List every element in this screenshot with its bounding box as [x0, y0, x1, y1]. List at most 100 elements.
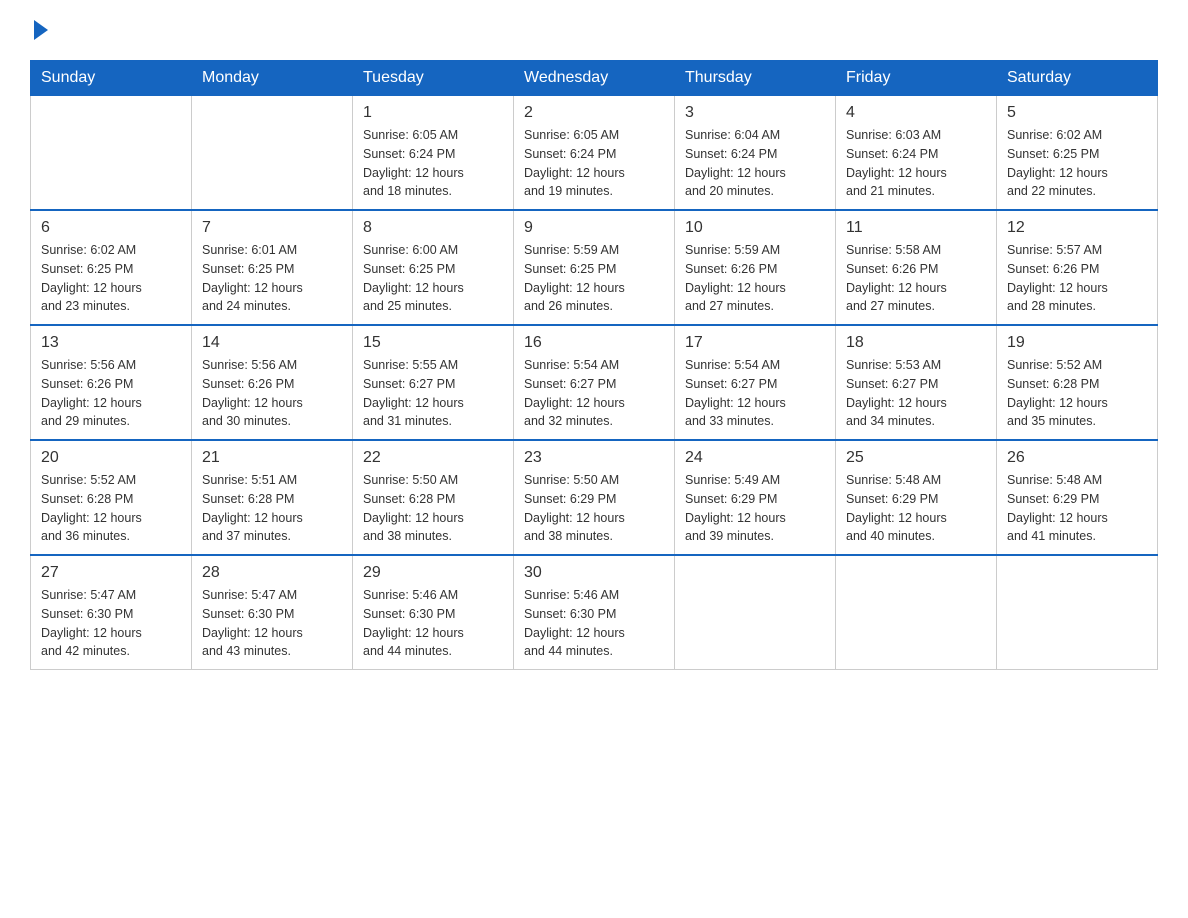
calendar-week-row: 20 Sunrise: 5:52 AM Sunset: 6:28 PM Dayli…: [31, 440, 1158, 555]
day-number: 8: [363, 219, 503, 237]
day-info: Sunrise: 5:54 AM Sunset: 6:27 PM Dayligh…: [685, 356, 825, 431]
day-info: Sunrise: 6:05 AM Sunset: 6:24 PM Dayligh…: [363, 126, 503, 201]
day-info: Sunrise: 5:51 AM Sunset: 6:28 PM Dayligh…: [202, 471, 342, 546]
calendar-cell: 10 Sunrise: 5:59 AM Sunset: 6:26 PM Dayli…: [675, 210, 836, 325]
day-number: 12: [1007, 219, 1147, 237]
day-number: 7: [202, 219, 342, 237]
calendar-cell: 22 Sunrise: 5:50 AM Sunset: 6:28 PM Dayli…: [353, 440, 514, 555]
day-number: 20: [41, 449, 181, 467]
day-info: Sunrise: 5:53 AM Sunset: 6:27 PM Dayligh…: [846, 356, 986, 431]
day-number: 4: [846, 104, 986, 122]
calendar-cell: 23 Sunrise: 5:50 AM Sunset: 6:29 PM Dayli…: [514, 440, 675, 555]
logo-flag-icon: [34, 20, 48, 40]
day-info: Sunrise: 5:56 AM Sunset: 6:26 PM Dayligh…: [202, 356, 342, 431]
calendar-week-row: 6 Sunrise: 6:02 AM Sunset: 6:25 PM Daylig…: [31, 210, 1158, 325]
calendar-cell: 16 Sunrise: 5:54 AM Sunset: 6:27 PM Dayli…: [514, 325, 675, 440]
day-info: Sunrise: 6:05 AM Sunset: 6:24 PM Dayligh…: [524, 126, 664, 201]
day-info: Sunrise: 6:02 AM Sunset: 6:25 PM Dayligh…: [1007, 126, 1147, 201]
day-number: 5: [1007, 104, 1147, 122]
day-number: 10: [685, 219, 825, 237]
weekday-header-wednesday: Wednesday: [514, 61, 675, 96]
calendar-cell: 17 Sunrise: 5:54 AM Sunset: 6:27 PM Dayli…: [675, 325, 836, 440]
calendar-cell: 2 Sunrise: 6:05 AM Sunset: 6:24 PM Daylig…: [514, 96, 675, 211]
day-number: 14: [202, 334, 342, 352]
calendar-cell: 3Sunrise: 6:04 AM Sunset: 6:24 PM Daylig…: [675, 96, 836, 211]
day-number: 13: [41, 334, 181, 352]
calendar-cell: [192, 96, 353, 211]
calendar-cell: 19Sunrise: 5:52 AM Sunset: 6:28 PM Dayli…: [997, 325, 1158, 440]
calendar-cell: 20 Sunrise: 5:52 AM Sunset: 6:28 PM Dayli…: [31, 440, 192, 555]
day-info: Sunrise: 5:55 AM Sunset: 6:27 PM Dayligh…: [363, 356, 503, 431]
calendar-cell: 29 Sunrise: 5:46 AM Sunset: 6:30 PM Dayli…: [353, 555, 514, 670]
day-number: 30: [524, 564, 664, 582]
day-info: Sunrise: 6:01 AM Sunset: 6:25 PM Dayligh…: [202, 241, 342, 316]
calendar-cell: [31, 96, 192, 211]
day-number: 23: [524, 449, 664, 467]
calendar-cell: 28 Sunrise: 5:47 AM Sunset: 6:30 PM Dayli…: [192, 555, 353, 670]
calendar-cell: 8 Sunrise: 6:00 AM Sunset: 6:25 PM Daylig…: [353, 210, 514, 325]
day-info: Sunrise: 5:56 AM Sunset: 6:26 PM Dayligh…: [41, 356, 181, 431]
day-number: 2: [524, 104, 664, 122]
day-number: 15: [363, 334, 503, 352]
calendar-cell: 25Sunrise: 5:48 AM Sunset: 6:29 PM Dayli…: [836, 440, 997, 555]
calendar-cell: 5 Sunrise: 6:02 AM Sunset: 6:25 PM Daylig…: [997, 96, 1158, 211]
day-info: Sunrise: 5:50 AM Sunset: 6:29 PM Dayligh…: [524, 471, 664, 546]
weekday-header-row: SundayMondayTuesdayWednesdayThursdayFrid…: [31, 61, 1158, 96]
day-info: Sunrise: 5:54 AM Sunset: 6:27 PM Dayligh…: [524, 356, 664, 431]
day-number: 6: [41, 219, 181, 237]
calendar-cell: 14 Sunrise: 5:56 AM Sunset: 6:26 PM Dayli…: [192, 325, 353, 440]
day-info: Sunrise: 5:47 AM Sunset: 6:30 PM Dayligh…: [41, 586, 181, 661]
day-info: Sunrise: 6:00 AM Sunset: 6:25 PM Dayligh…: [363, 241, 503, 316]
calendar-cell: 11Sunrise: 5:58 AM Sunset: 6:26 PM Dayli…: [836, 210, 997, 325]
calendar-cell: [675, 555, 836, 670]
day-number: 28: [202, 564, 342, 582]
calendar-cell: 13 Sunrise: 5:56 AM Sunset: 6:26 PM Dayli…: [31, 325, 192, 440]
calendar-cell: 15 Sunrise: 5:55 AM Sunset: 6:27 PM Dayli…: [353, 325, 514, 440]
day-info: Sunrise: 6:03 AM Sunset: 6:24 PM Dayligh…: [846, 126, 986, 201]
day-number: 22: [363, 449, 503, 467]
calendar-cell: 30 Sunrise: 5:46 AM Sunset: 6:30 PM Dayli…: [514, 555, 675, 670]
day-info: Sunrise: 5:59 AM Sunset: 6:25 PM Dayligh…: [524, 241, 664, 316]
day-info: Sunrise: 5:57 AM Sunset: 6:26 PM Dayligh…: [1007, 241, 1147, 316]
calendar-cell: 1Sunrise: 6:05 AM Sunset: 6:24 PM Daylig…: [353, 96, 514, 211]
weekday-header-monday: Monday: [192, 61, 353, 96]
calendar-cell: 9 Sunrise: 5:59 AM Sunset: 6:25 PM Daylig…: [514, 210, 675, 325]
day-number: 16: [524, 334, 664, 352]
day-number: 11: [846, 219, 986, 237]
day-number: 29: [363, 564, 503, 582]
day-info: Sunrise: 5:48 AM Sunset: 6:29 PM Dayligh…: [1007, 471, 1147, 546]
day-info: Sunrise: 5:47 AM Sunset: 6:30 PM Dayligh…: [202, 586, 342, 661]
day-number: 27: [41, 564, 181, 582]
calendar-cell: 27 Sunrise: 5:47 AM Sunset: 6:30 PM Dayli…: [31, 555, 192, 670]
day-info: Sunrise: 5:49 AM Sunset: 6:29 PM Dayligh…: [685, 471, 825, 546]
weekday-header-saturday: Saturday: [997, 61, 1158, 96]
day-info: Sunrise: 5:46 AM Sunset: 6:30 PM Dayligh…: [363, 586, 503, 661]
calendar-cell: 4 Sunrise: 6:03 AM Sunset: 6:24 PM Daylig…: [836, 96, 997, 211]
day-number: 21: [202, 449, 342, 467]
day-info: Sunrise: 5:52 AM Sunset: 6:28 PM Dayligh…: [41, 471, 181, 546]
day-info: Sunrise: 6:02 AM Sunset: 6:25 PM Dayligh…: [41, 241, 181, 316]
weekday-header-sunday: Sunday: [31, 61, 192, 96]
page-header: [30, 20, 1158, 40]
calendar-cell: 26 Sunrise: 5:48 AM Sunset: 6:29 PM Dayli…: [997, 440, 1158, 555]
calendar-week-row: 27 Sunrise: 5:47 AM Sunset: 6:30 PM Dayli…: [31, 555, 1158, 670]
calendar-week-row: 13 Sunrise: 5:56 AM Sunset: 6:26 PM Dayli…: [31, 325, 1158, 440]
day-number: 9: [524, 219, 664, 237]
day-number: 18: [846, 334, 986, 352]
weekday-header-friday: Friday: [836, 61, 997, 96]
day-number: 19: [1007, 334, 1147, 352]
weekday-header-thursday: Thursday: [675, 61, 836, 96]
calendar-week-row: 1Sunrise: 6:05 AM Sunset: 6:24 PM Daylig…: [31, 96, 1158, 211]
day-number: 3: [685, 104, 825, 122]
calendar-cell: 6 Sunrise: 6:02 AM Sunset: 6:25 PM Daylig…: [31, 210, 192, 325]
calendar-cell: [836, 555, 997, 670]
calendar-cell: 24 Sunrise: 5:49 AM Sunset: 6:29 PM Dayli…: [675, 440, 836, 555]
day-info: Sunrise: 5:46 AM Sunset: 6:30 PM Dayligh…: [524, 586, 664, 661]
day-info: Sunrise: 5:59 AM Sunset: 6:26 PM Dayligh…: [685, 241, 825, 316]
day-info: Sunrise: 5:50 AM Sunset: 6:28 PM Dayligh…: [363, 471, 503, 546]
calendar-cell: 12 Sunrise: 5:57 AM Sunset: 6:26 PM Dayli…: [997, 210, 1158, 325]
day-number: 17: [685, 334, 825, 352]
calendar-cell: 21 Sunrise: 5:51 AM Sunset: 6:28 PM Dayli…: [192, 440, 353, 555]
day-number: 24: [685, 449, 825, 467]
day-number: 26: [1007, 449, 1147, 467]
